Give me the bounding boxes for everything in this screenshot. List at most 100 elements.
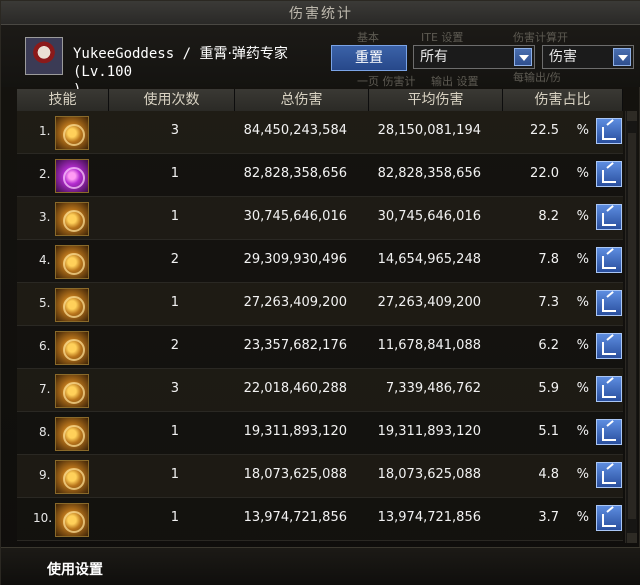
table-row: 2. 1 82,828,358,656 82,828,358,656 22.0 … bbox=[17, 154, 623, 197]
player-header: 基本 ITE 设置 伤害计算开 每输出/伤 一页 伤害计 输出 设置 Yukee… bbox=[1, 25, 640, 98]
row-rank: 5. bbox=[39, 296, 51, 310]
damage-table-body: 1. 3 84,450,243,584 28,150,081,194 22.5 … bbox=[17, 111, 623, 543]
chevron-down-icon[interactable] bbox=[613, 48, 631, 66]
share-icon[interactable] bbox=[596, 118, 622, 144]
row-total-damage: 27,263,409,200 bbox=[243, 295, 347, 310]
column-header-damage-share[interactable]: 伤害占比 bbox=[503, 89, 623, 111]
row-average-damage: 7,339,486,762 bbox=[385, 381, 481, 396]
stat-type-select[interactable]: 伤害 bbox=[542, 45, 634, 69]
row-percent-sign: % bbox=[576, 252, 589, 267]
row-total-damage: 82,828,358,656 bbox=[243, 166, 347, 181]
row-damage-share: 22.0 bbox=[530, 166, 559, 181]
column-header-total-damage[interactable]: 总伤害 bbox=[235, 89, 369, 111]
table-row: 1. 3 84,450,243,584 28,150,081,194 22.5 … bbox=[17, 111, 623, 154]
table-header: 技能 使用次数 总伤害 平均伤害 伤害占比 bbox=[17, 89, 623, 111]
row-percent-sign: % bbox=[576, 467, 589, 482]
row-percent-sign: % bbox=[576, 123, 589, 138]
gold-swirl-icon bbox=[55, 417, 89, 451]
row-average-damage: 82,828,358,656 bbox=[377, 166, 481, 181]
row-damage-share: 3.7 bbox=[538, 510, 559, 525]
row-percent-sign: % bbox=[576, 424, 589, 439]
share-icon[interactable] bbox=[596, 161, 622, 187]
player-level: (Lv.100 bbox=[73, 64, 133, 80]
row-average-damage: 11,678,841,088 bbox=[377, 338, 481, 353]
row-average-damage: 28,150,081,194 bbox=[377, 123, 481, 138]
background-label-d: 每输出/伤 bbox=[513, 71, 561, 84]
filter-select-value: 所有 bbox=[420, 49, 448, 65]
row-rank: 6. bbox=[39, 339, 51, 353]
share-icon[interactable] bbox=[596, 333, 622, 359]
row-average-damage: 19,311,893,120 bbox=[377, 424, 481, 439]
damage-stats-window: 伤害统计 基本 ITE 设置 伤害计算开 每输出/伤 一页 伤害计 输出 设置 … bbox=[0, 0, 640, 585]
table-row: 5. 1 27,263,409,200 27,263,409,200 7.3 % bbox=[17, 283, 623, 326]
player-name: YukeeGoddess bbox=[73, 46, 175, 62]
gold-burst-icon bbox=[55, 116, 89, 150]
filter-select[interactable]: 所有 bbox=[413, 45, 535, 69]
row-damage-share: 7.3 bbox=[538, 295, 559, 310]
share-icon[interactable] bbox=[596, 419, 622, 445]
usage-settings-label[interactable]: 使用设置 bbox=[47, 559, 103, 579]
background-label-f: 输出 设置 bbox=[431, 75, 479, 88]
gold-star-icon bbox=[55, 460, 89, 494]
player-separator: / bbox=[182, 46, 192, 62]
row-damage-share: 6.2 bbox=[538, 338, 559, 353]
row-uses: 1 bbox=[170, 295, 179, 310]
row-total-damage: 18,073,625,088 bbox=[243, 467, 347, 482]
row-rank: 2. bbox=[39, 167, 51, 181]
row-percent-sign: % bbox=[576, 209, 589, 224]
table-row: 4. 2 29,309,930,496 14,654,965,248 7.8 % bbox=[17, 240, 623, 283]
scroll-down-icon[interactable] bbox=[627, 533, 637, 543]
row-uses: 2 bbox=[170, 252, 179, 267]
row-total-damage: 13,974,721,856 bbox=[243, 510, 347, 525]
row-total-damage: 23,357,682,176 bbox=[243, 338, 347, 353]
scroll-up-icon[interactable] bbox=[627, 111, 637, 121]
row-rank: 3. bbox=[39, 210, 51, 224]
row-rank: 7. bbox=[39, 382, 51, 396]
column-header-average-damage[interactable]: 平均伤害 bbox=[369, 89, 503, 111]
row-percent-sign: % bbox=[576, 510, 589, 525]
table-scrollbar[interactable] bbox=[625, 111, 637, 543]
gold-shield-icon bbox=[55, 288, 89, 322]
row-rank: 4. bbox=[39, 253, 51, 267]
gold-beam-icon bbox=[55, 503, 89, 537]
row-rank: 9. bbox=[39, 468, 51, 482]
player-avatar bbox=[25, 37, 63, 75]
chevron-down-icon[interactable] bbox=[514, 48, 532, 66]
reset-button[interactable]: 重置 bbox=[331, 45, 407, 71]
row-average-damage: 30,745,646,016 bbox=[377, 209, 481, 224]
row-average-damage: 27,263,409,200 bbox=[377, 295, 481, 310]
row-uses: 1 bbox=[170, 467, 179, 482]
gold-shot-icon bbox=[55, 245, 89, 279]
row-damage-share: 7.8 bbox=[538, 252, 559, 267]
share-icon[interactable] bbox=[596, 505, 622, 531]
window-title: 伤害统计 bbox=[289, 5, 353, 22]
share-icon[interactable] bbox=[596, 462, 622, 488]
row-percent-sign: % bbox=[576, 295, 589, 310]
share-icon[interactable] bbox=[596, 376, 622, 402]
window-titlebar[interactable]: 伤害统计 bbox=[1, 1, 640, 25]
table-row: 10. 1 13,974,721,856 13,974,721,856 3.7 … bbox=[17, 498, 623, 541]
background-label-a: 基本 bbox=[357, 31, 379, 44]
share-icon[interactable] bbox=[596, 247, 622, 273]
table-row: 8. 1 19,311,893,120 19,311,893,120 5.1 % bbox=[17, 412, 623, 455]
column-header-uses[interactable]: 使用次数 bbox=[109, 89, 235, 111]
row-total-damage: 19,311,893,120 bbox=[243, 424, 347, 439]
background-label-b: ITE 设置 bbox=[421, 31, 464, 44]
row-average-damage: 18,073,625,088 bbox=[377, 467, 481, 482]
row-percent-sign: % bbox=[576, 381, 589, 396]
table-row: 9. 1 18,073,625,088 18,073,625,088 4.8 % bbox=[17, 455, 623, 498]
share-icon[interactable] bbox=[596, 290, 622, 316]
row-rank: 8. bbox=[39, 425, 51, 439]
gold-arrow-icon bbox=[55, 331, 89, 365]
row-total-damage: 22,018,460,288 bbox=[243, 381, 347, 396]
row-damage-share: 22.5 bbox=[530, 123, 559, 138]
column-header-skill[interactable]: 技能 bbox=[17, 89, 109, 111]
row-damage-share: 4.8 bbox=[538, 467, 559, 482]
share-icon[interactable] bbox=[596, 204, 622, 230]
row-rank: 1. bbox=[39, 124, 51, 138]
row-uses: 1 bbox=[170, 510, 179, 525]
row-total-damage: 30,745,646,016 bbox=[243, 209, 347, 224]
scroll-thumb[interactable] bbox=[628, 133, 636, 519]
row-percent-sign: % bbox=[576, 166, 589, 181]
row-rank: 10. bbox=[33, 511, 53, 525]
